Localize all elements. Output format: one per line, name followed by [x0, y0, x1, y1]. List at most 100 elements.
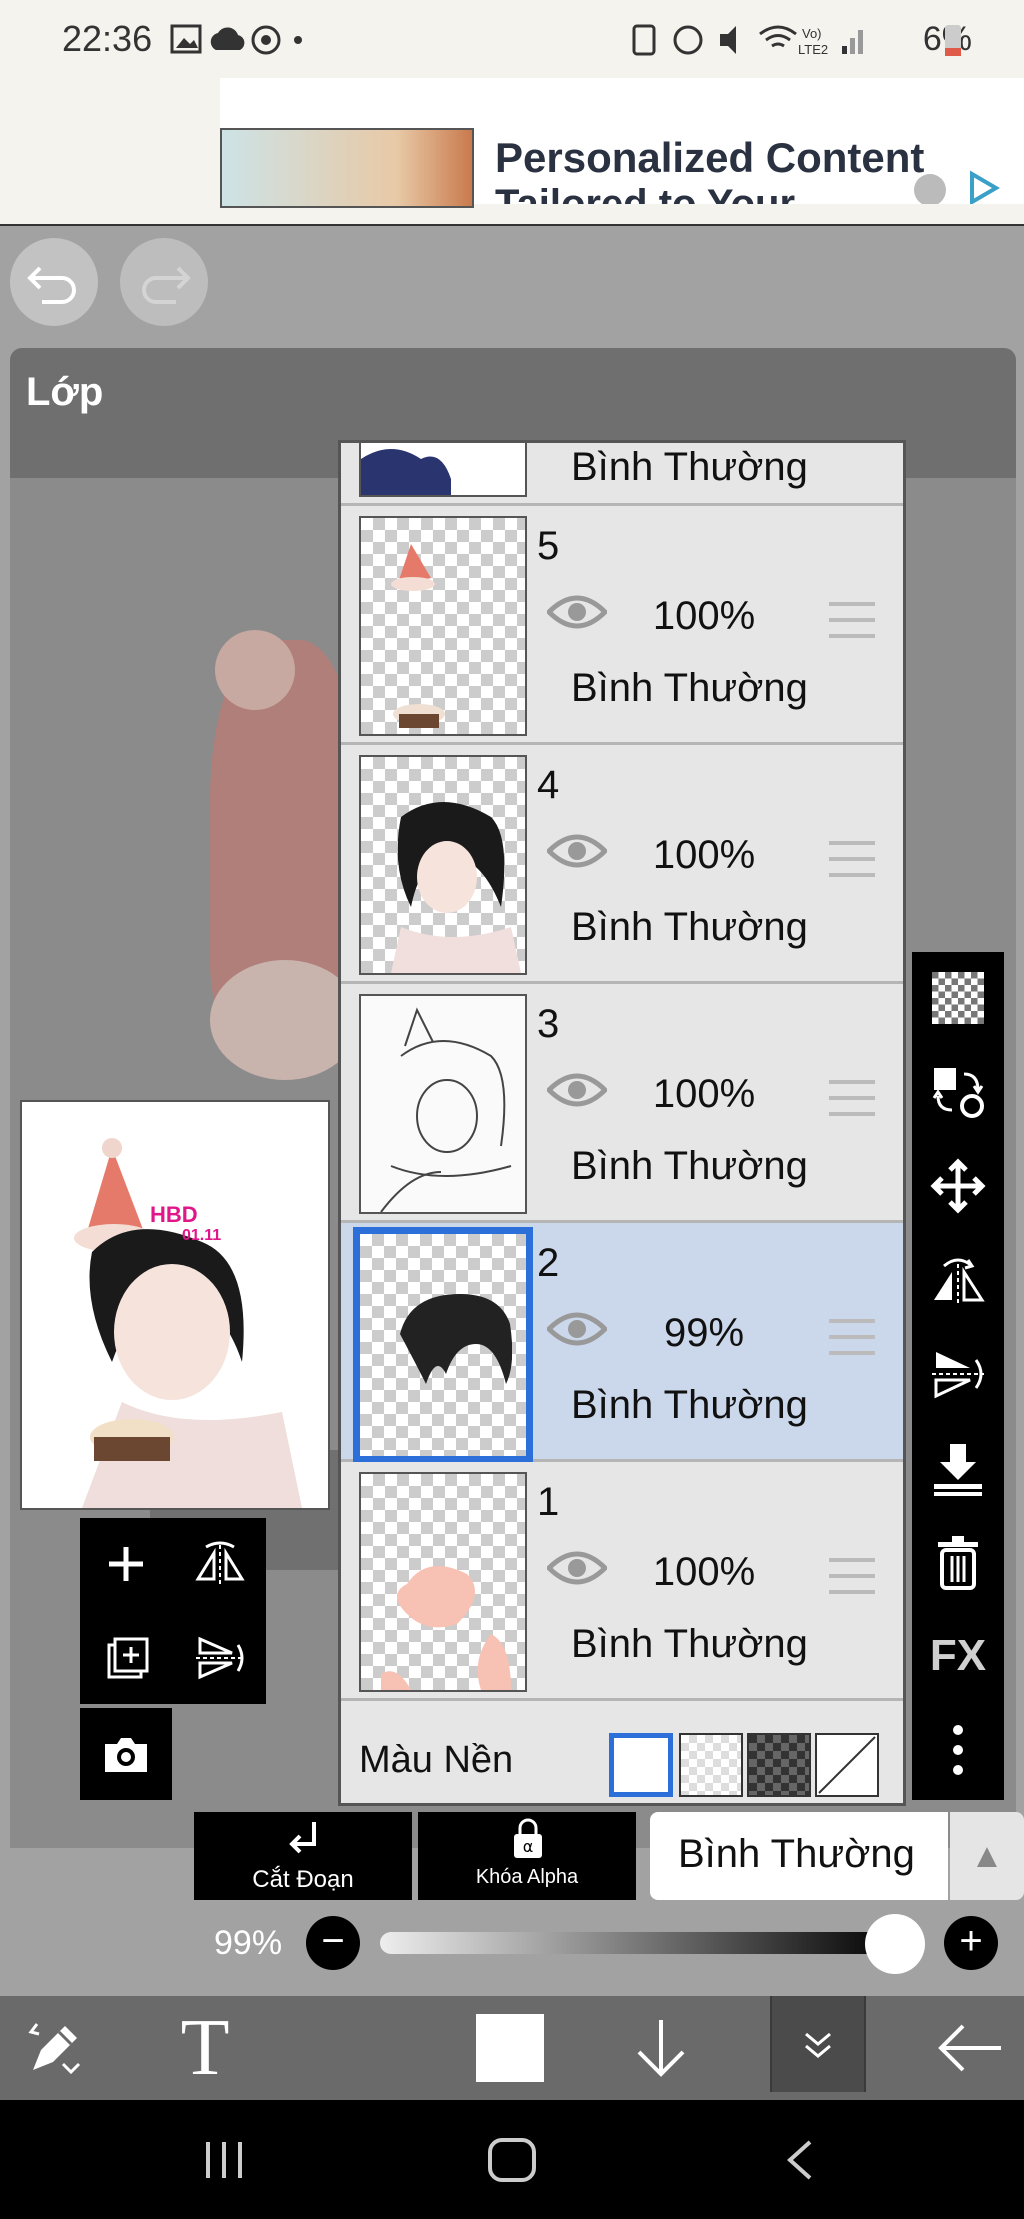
back-nav-icon[interactable] [780, 2136, 820, 2184]
minus-icon: − [321, 1919, 345, 1963]
redo-button[interactable] [120, 238, 208, 326]
ad-headline[interactable]: Personalized Content [495, 134, 924, 182]
layer-actions-toolbar: FX [912, 952, 1004, 1800]
eye-icon[interactable] [547, 592, 607, 632]
ad-banner[interactable]: Personalized Content Tailored to Your [0, 78, 1024, 226]
layer-blend-mode[interactable]: Bình Thường [571, 666, 808, 711]
flip-vertical-layer-button[interactable] [912, 1328, 1004, 1420]
eye-icon[interactable] [547, 1070, 607, 1110]
panel-title: Lớp [26, 370, 104, 414]
layer-opacity: 99% [663, 1311, 745, 1355]
eye-icon[interactable] [547, 1548, 607, 1588]
duplicate-layer-button[interactable] [80, 1612, 172, 1704]
fx-button[interactable]: FX [912, 1610, 1004, 1702]
collapse-button[interactable] [770, 1996, 866, 2092]
drag-handle-icon[interactable] [829, 1558, 875, 1594]
add-layer-button[interactable] [80, 1518, 172, 1610]
transparency-button[interactable] [912, 952, 1004, 1044]
ad-choices-icon[interactable] [908, 170, 1008, 204]
canvas-preview[interactable]: HBD 01.11 [20, 1100, 330, 1510]
layer-row[interactable]: 3 100% Bình Thường [341, 984, 903, 1223]
layer-row[interactable]: 5 100% Bình Thường [341, 506, 903, 745]
layer-blend-mode[interactable]: Bình Thường [571, 905, 808, 950]
layer-thumbnail-art [400, 1294, 512, 1384]
blend-mode-dropdown-button[interactable]: ▲ [950, 1812, 1024, 1900]
move-button[interactable] [912, 1140, 1004, 1232]
selection-tool-button[interactable] [0, 1996, 110, 2100]
layer-number: 4 [537, 763, 560, 807]
layer-thumbnail[interactable] [359, 755, 527, 975]
back-button[interactable] [920, 1996, 1020, 2100]
trash-icon [938, 1536, 978, 1590]
flip-horizontal-button[interactable] [174, 1518, 266, 1610]
swap-layers-button[interactable] [912, 1046, 1004, 1138]
pen-eraser-icon [28, 2023, 81, 2075]
layer-list[interactable]: Bình Thường 5 100% Bình Thường 4 100% Bì… [338, 440, 906, 1806]
bg-transparent-dark-option[interactable] [747, 1733, 811, 1797]
merge-down-button[interactable] [912, 1422, 1004, 1514]
text-tool-button[interactable]: T [160, 1996, 250, 2100]
arrow-left-icon [938, 2024, 1001, 2072]
drag-handle-icon[interactable] [829, 841, 875, 877]
blend-mode-select[interactable]: Bình Thường [650, 1812, 948, 1900]
layer-thumbnail[interactable] [359, 443, 527, 497]
layer-opacity: 100% [652, 1550, 756, 1594]
layer-blend-mode[interactable]: Bình Thường [571, 1622, 808, 1667]
download-button[interactable] [616, 1996, 706, 2100]
opacity-slider[interactable] [380, 1932, 900, 1954]
eye-icon[interactable] [547, 831, 607, 871]
layer-blend-mode[interactable]: Bình Thường [571, 1144, 808, 1189]
layer-number: 2 [537, 1241, 560, 1285]
preview-text-1: HBD [150, 1202, 198, 1227]
undo-icon [27, 266, 76, 304]
color-swatch [476, 2014, 544, 2082]
flip-vertical-icon [196, 1636, 244, 1680]
layer-opacity: 100% [652, 1072, 756, 1116]
drag-handle-icon[interactable] [829, 1319, 875, 1355]
svg-text:Vo): Vo) [802, 26, 822, 41]
preview-artwork: HBD 01.11 [22, 1102, 328, 1508]
layer-thumbnail[interactable] [359, 1472, 527, 1692]
layer-thumbnail[interactable] [359, 994, 527, 1214]
layer-row[interactable]: 1 100% Bình Thường [341, 1462, 903, 1701]
preview-text-2: 01.11 [182, 1227, 221, 1244]
background-color-row: Màu Nền [341, 1719, 903, 1803]
clipping-label: Cắt Đoạn [252, 1866, 354, 1893]
delete-layer-button[interactable] [912, 1516, 1004, 1608]
opacity-decrease-button[interactable]: − [306, 1916, 360, 1970]
layer-row-selected[interactable]: 2 99% Bình Thường [341, 1223, 903, 1463]
recent-apps-icon[interactable] [200, 2138, 250, 2182]
system-status-icons: Vo) LTE2 [632, 24, 863, 57]
alpha-lock-label: Khóa Alpha [475, 1866, 579, 1888]
bg-transparent-light-option[interactable] [679, 1733, 743, 1797]
layer-thumbnail[interactable] [359, 516, 527, 736]
opacity-increase-button[interactable]: + [944, 1916, 998, 1970]
flip-horizontal-layer-button[interactable] [912, 1234, 1004, 1326]
alpha-lock-button[interactable]: α Khóa Alpha [418, 1812, 636, 1900]
bg-white-option[interactable] [609, 1733, 673, 1797]
layer-row[interactable]: 4 100% Bình Thường [341, 745, 903, 984]
flip-horizontal-icon [934, 1258, 985, 1306]
layer-thumbnail[interactable] [353, 1227, 533, 1463]
color-button[interactable] [460, 1996, 560, 2100]
bg-none-option[interactable] [815, 1733, 879, 1797]
layer-blend-mode[interactable]: Bình Thường [571, 1383, 808, 1428]
ad-image[interactable] [220, 128, 474, 208]
drag-handle-icon[interactable] [829, 1080, 875, 1116]
layer-thumbnail-art [391, 802, 521, 973]
more-options-button[interactable] [912, 1704, 1004, 1796]
redo-icon [142, 266, 191, 304]
layer-row[interactable]: Bình Thường [341, 443, 903, 506]
layer-thumbnail-art [381, 1566, 511, 1690]
camera-button[interactable] [80, 1708, 172, 1800]
eye-icon[interactable] [547, 1309, 607, 1349]
ad-subtext[interactable]: Tailored to Your [495, 182, 795, 204]
opacity-slider-thumb[interactable] [864, 1914, 925, 1974]
home-icon[interactable] [486, 2136, 538, 2184]
slash-icon [818, 1736, 876, 1794]
drag-handle-icon[interactable] [829, 602, 875, 638]
chevron-double-down-icon [805, 2032, 831, 2058]
clipping-button[interactable]: Cắt Đoạn [194, 1812, 412, 1900]
flip-vertical-button[interactable] [174, 1612, 266, 1704]
undo-button[interactable] [10, 238, 98, 326]
